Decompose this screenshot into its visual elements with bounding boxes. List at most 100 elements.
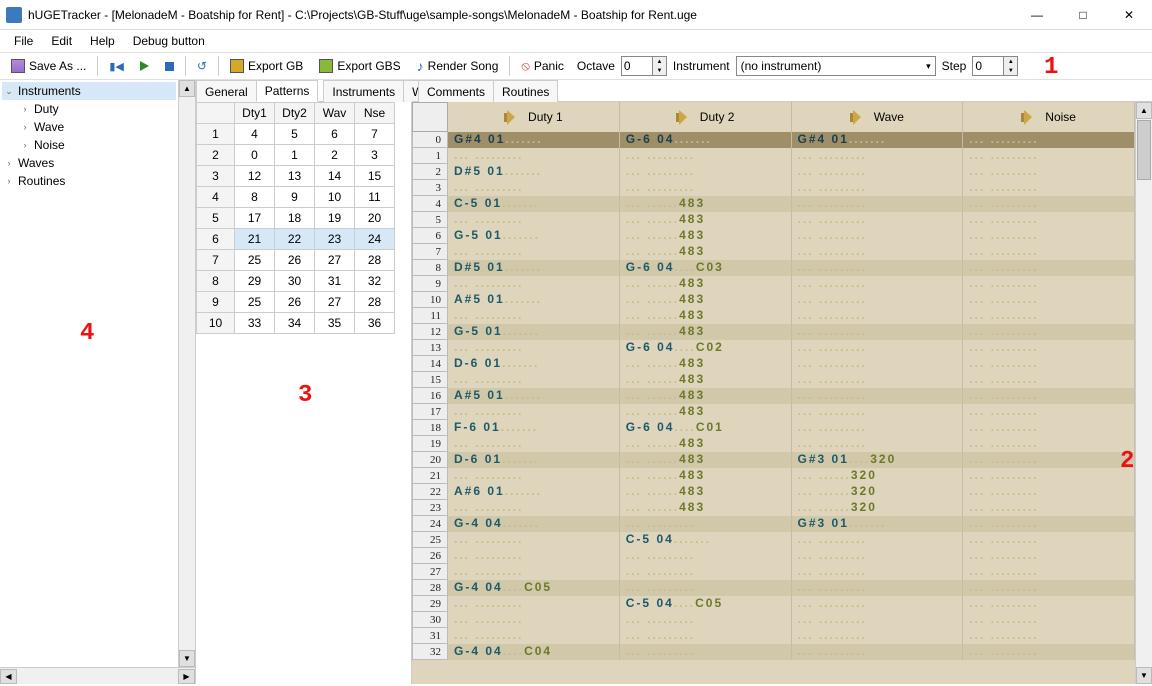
tracker-cell[interactable]: ... ......483: [620, 292, 792, 308]
tree-vscroll[interactable]: ▲ ▼: [178, 80, 195, 667]
tracker-cell[interactable]: A#6 01.......: [448, 484, 620, 500]
scroll-up-button[interactable]: ▲: [1136, 102, 1152, 119]
tracker-cell[interactable]: ... .........: [963, 516, 1135, 532]
tracker-cell[interactable]: ... .........: [963, 228, 1135, 244]
tracker-cell[interactable]: G#4 01.......: [792, 132, 964, 148]
menu-debug[interactable]: Debug button: [125, 32, 213, 50]
tracker-cell[interactable]: ... .........: [963, 196, 1135, 212]
tracker-cell[interactable]: ... ......483: [620, 484, 792, 500]
order-cell[interactable]: 25: [235, 250, 275, 271]
tracker-cell[interactable]: ... .........: [620, 612, 792, 628]
instrument-combo[interactable]: (no instrument)▾: [736, 56, 936, 76]
tracker-row[interactable]: 28G-4 04....C05... ............ ........…: [412, 580, 1135, 596]
tracker-cell[interactable]: ... .........: [963, 420, 1135, 436]
tracker-cell[interactable]: ... .........: [448, 468, 620, 484]
tracker-cell[interactable]: ... .........: [792, 308, 964, 324]
tracker-row[interactable]: 8D#5 01.......G-6 04....C03... .........…: [412, 260, 1135, 276]
tracker-cell[interactable]: ... ......483: [620, 356, 792, 372]
tracker-cell[interactable]: ... .........: [963, 260, 1135, 276]
tracker-cell[interactable]: D-6 01.......: [448, 356, 620, 372]
tracker-cell[interactable]: F-6 01.......: [448, 420, 620, 436]
tracker-cell[interactable]: G-4 04.......: [448, 516, 620, 532]
tracker-cell[interactable]: ... .........: [792, 564, 964, 580]
order-cell[interactable]: 31: [315, 271, 355, 292]
tracker-cell[interactable]: ... .........: [792, 164, 964, 180]
tracker-row[interactable]: 2D#5 01.......... ............ .........…: [412, 164, 1135, 180]
octave-down[interactable]: ▼: [653, 66, 666, 75]
order-cell[interactable]: 4: [235, 124, 275, 145]
tracker-cell[interactable]: ... ......483: [620, 404, 792, 420]
order-cell[interactable]: 34: [275, 313, 315, 334]
tracker-cell[interactable]: G#4 01.......: [448, 132, 620, 148]
tracker-cell[interactable]: ... ......483: [620, 452, 792, 468]
tracker-row[interactable]: 21... ............ ......483... ......32…: [412, 468, 1135, 484]
tracker-cell[interactable]: ... .........: [448, 404, 620, 420]
tracker-row[interactable]: 18F-6 01.......G-6 04....C01... ........…: [412, 420, 1135, 436]
tracker-cell[interactable]: ... ......320: [792, 468, 964, 484]
order-cell[interactable]: 1: [275, 145, 315, 166]
tracker-cell[interactable]: G-4 04....C05: [448, 580, 620, 596]
tracker-cell[interactable]: ... .........: [792, 436, 964, 452]
tracker-cell[interactable]: ... .........: [963, 244, 1135, 260]
channel-duty2[interactable]: Duty 2: [620, 102, 792, 132]
tracker-row[interactable]: 30... ............ ............ ........…: [412, 612, 1135, 628]
save-as-button[interactable]: Save As ...: [4, 55, 93, 77]
tracker-cell[interactable]: G-6 04.......: [620, 132, 792, 148]
tracker-cell[interactable]: ... .........: [963, 164, 1135, 180]
order-cell[interactable]: 1: [197, 124, 235, 145]
tab-instruments[interactable]: Instruments: [323, 80, 404, 102]
tracker-cell[interactable]: ... ......483: [620, 244, 792, 260]
tracker-row[interactable]: 5... ............ ......483... .........…: [412, 212, 1135, 228]
tracker-row[interactable]: 32G-4 04....C04... ............ ........…: [412, 644, 1135, 660]
tracker-cell[interactable]: ... .........: [963, 612, 1135, 628]
order-cell[interactable]: 10: [197, 313, 235, 334]
tracker-cell[interactable]: ... ......483: [620, 388, 792, 404]
tracker-cell[interactable]: C-5 04....C05: [620, 596, 792, 612]
octave-spinner[interactable]: ▲▼: [621, 56, 667, 76]
order-cell[interactable]: 20: [355, 208, 395, 229]
tracker-cell[interactable]: ... .........: [963, 308, 1135, 324]
order-cell[interactable]: 4: [197, 187, 235, 208]
expand-icon[interactable]: ›: [4, 176, 14, 186]
tracker-cell[interactable]: ... .........: [963, 404, 1135, 420]
tracker-cell[interactable]: ... .........: [792, 228, 964, 244]
tree-instruments[interactable]: ⌄Instruments: [2, 82, 176, 100]
tracker-cell[interactable]: ... .........: [792, 148, 964, 164]
scroll-left-button[interactable]: ◀: [0, 669, 17, 684]
scroll-down-button[interactable]: ▼: [1136, 667, 1152, 684]
tracker-cell[interactable]: ... ......483: [620, 436, 792, 452]
order-cell[interactable]: 6: [315, 124, 355, 145]
tracker-cell[interactable]: ... .........: [448, 548, 620, 564]
tracker-vscroll[interactable]: ▲ ▼: [1135, 102, 1152, 684]
tracker-cell[interactable]: ... .........: [448, 628, 620, 644]
tracker-cell[interactable]: ... .........: [620, 644, 792, 660]
order-cell[interactable]: 28: [355, 292, 395, 313]
tracker-cell[interactable]: ... .........: [620, 148, 792, 164]
order-cell[interactable]: 9: [275, 187, 315, 208]
scroll-right-button[interactable]: ▶: [178, 669, 195, 684]
tracker-cell[interactable]: ... .........: [963, 468, 1135, 484]
order-cell[interactable]: 2: [315, 145, 355, 166]
panic-button[interactable]: ⦸Panic: [514, 55, 571, 77]
tracker-cell[interactable]: ... .........: [792, 356, 964, 372]
tracker-cell[interactable]: ... .........: [792, 548, 964, 564]
tracker-cell[interactable]: G-4 04....C04: [448, 644, 620, 660]
tracker-row[interactable]: 23... ............ ......483... ......32…: [412, 500, 1135, 516]
tracker-cell[interactable]: ... .........: [620, 564, 792, 580]
tracker-cell[interactable]: ... ......483: [620, 324, 792, 340]
tracker-row[interactable]: 14D-6 01.......... ......483... ........…: [412, 356, 1135, 372]
tracker-row[interactable]: 17... ............ ......483... ........…: [412, 404, 1135, 420]
order-cell[interactable]: 14: [315, 166, 355, 187]
tracker-row[interactable]: 7... ............ ......483... .........…: [412, 244, 1135, 260]
tracker-cell[interactable]: G-5 01.......: [448, 228, 620, 244]
tracker-cell[interactable]: A#5 01.......: [448, 388, 620, 404]
tracker-row[interactable]: 15... ............ ......483... ........…: [412, 372, 1135, 388]
tree-duty[interactable]: ›Duty: [2, 100, 176, 118]
tracker-row[interactable]: 24G-4 04.......... .........G#3 01......…: [412, 516, 1135, 532]
tracker-cell[interactable]: ... .........: [792, 612, 964, 628]
order-cell[interactable]: 0: [235, 145, 275, 166]
tracker-cell[interactable]: ... .........: [792, 212, 964, 228]
tracker-cell[interactable]: D#5 01.......: [448, 260, 620, 276]
tracker-cell[interactable]: ... .........: [448, 596, 620, 612]
channel-noise[interactable]: Noise: [963, 102, 1135, 132]
